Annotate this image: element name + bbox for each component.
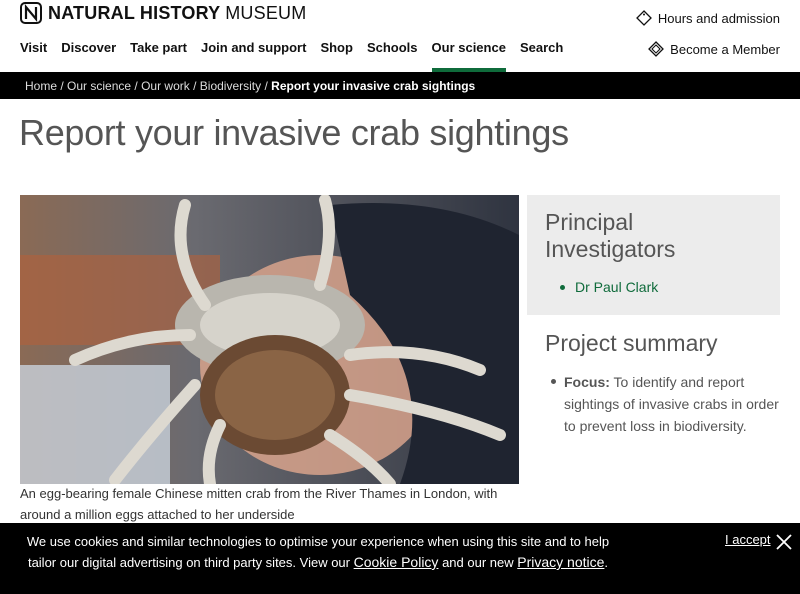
nav-item-our-science[interactable]: Our science	[431, 38, 507, 72]
principal-investigators-panel: Principal Investigators Dr Paul Clark	[527, 195, 780, 315]
breadcrumb-biodiversity[interactable]: Biodiversity	[200, 79, 261, 93]
site-logo[interactable]: NATURAL HISTORY MUSEUM	[20, 2, 306, 24]
nav-item-schools[interactable]: Schools	[367, 38, 418, 72]
project-summary: Project summary Focus: To identify and r…	[545, 330, 780, 437]
close-icon[interactable]	[776, 534, 792, 550]
privacy-notice-link[interactable]: Privacy notice	[517, 554, 604, 570]
cookie-text-end: .	[604, 555, 609, 570]
crab-photo	[20, 195, 519, 484]
cookie-banner: We use cookies and similar technologies …	[0, 523, 800, 594]
pi-heading: Principal Investigators	[545, 209, 676, 262]
nhm-logo-icon	[20, 2, 42, 24]
summary-focus: Focus: To identify and report sightings …	[551, 371, 780, 437]
hours-label: Hours and admission	[657, 10, 780, 26]
nav-item-visit[interactable]: Visit	[20, 38, 47, 72]
breadcrumb-home[interactable]: Home	[25, 79, 57, 93]
nav-item-discover[interactable]: Discover	[61, 38, 116, 72]
nav-item-shop[interactable]: Shop	[320, 38, 353, 72]
member-link[interactable]: Become a Member	[648, 41, 780, 57]
breadcrumb-our-work[interactable]: Our work	[141, 79, 190, 93]
focus-label: Focus:	[564, 374, 610, 390]
breadcrumb: Home / Our science / Our work / Biodiver…	[0, 72, 800, 99]
image-caption: An egg-bearing female Chinese mitten cra…	[20, 486, 498, 522]
member-label: Become a Member	[670, 41, 780, 57]
cookie-text-mid: and our new	[442, 555, 514, 570]
nav-item-take-part[interactable]: Take part	[130, 38, 187, 72]
pi-link[interactable]: Dr Paul Clark	[559, 279, 762, 295]
ticket-icon	[635, 10, 652, 26]
breadcrumb-current: Report your invasive crab sightings	[271, 79, 476, 93]
cookie-message: We use cookies and similar technologies …	[18, 531, 618, 573]
member-diamond-icon	[648, 41, 665, 57]
accept-button[interactable]: I accept	[725, 532, 771, 547]
hours-link[interactable]: Hours and admission	[635, 10, 780, 26]
summary-heading: Project summary	[545, 330, 718, 356]
main-nav: Visit Discover Take part Join and suppor…	[20, 38, 577, 72]
breadcrumb-our-science[interactable]: Our science	[67, 79, 131, 93]
nav-item-join-and-support[interactable]: Join and support	[201, 38, 306, 72]
cookie-policy-link[interactable]: Cookie Policy	[354, 554, 439, 570]
nav-item-search[interactable]: Search	[520, 38, 563, 72]
logo-text: NATURAL HISTORY MUSEUM	[48, 2, 307, 23]
page-title: Report your invasive crab sightings	[19, 112, 569, 153]
